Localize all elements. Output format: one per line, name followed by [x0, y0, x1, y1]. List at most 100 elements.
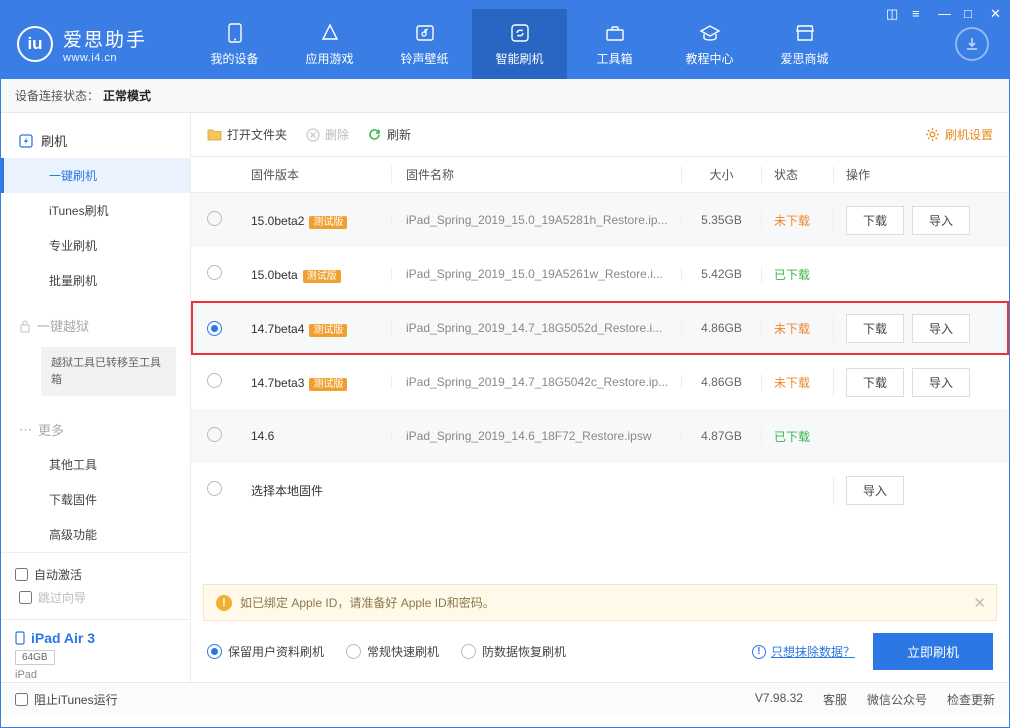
firmware-name: iPad_Spring_2019_14.6_18F72_Restore.ipsw	[391, 429, 681, 443]
shirt-icon[interactable]: ◫	[886, 8, 898, 20]
minimize-icon[interactable]: —	[938, 8, 950, 20]
logo: iu 爱思助手 www.i4.cn	[17, 25, 147, 64]
skip-guide-checkbox[interactable]: 跳过向导	[19, 589, 86, 606]
lock-icon	[19, 319, 31, 333]
firmware-size: 4.86GB	[681, 321, 761, 335]
col-size: 大小	[681, 166, 761, 183]
firmware-row[interactable]: 14.7beta4测试版 iPad_Spring_2019_14.7_18G50…	[191, 301, 1009, 355]
sidebar-item-download[interactable]: 下载固件	[1, 482, 190, 517]
firmware-size: 5.42GB	[681, 267, 761, 281]
auto-activate-checkbox[interactable]: 自动激活	[15, 566, 176, 583]
sidebar-item-oneclick[interactable]: 一键刷机	[1, 158, 190, 193]
import-button[interactable]: 导入	[912, 314, 970, 343]
warning-close-icon[interactable]: ✕	[973, 594, 986, 612]
flash-icon	[19, 134, 33, 148]
import-button[interactable]: 导入	[912, 206, 970, 235]
local-firmware-label: 选择本地固件	[251, 482, 681, 499]
import-button[interactable]: 导入	[912, 368, 970, 397]
refresh-icon	[510, 22, 530, 44]
row-radio[interactable]	[207, 265, 222, 280]
import-button[interactable]: 导入	[846, 476, 904, 505]
flash-now-button[interactable]: 立即刷机	[873, 633, 993, 670]
info-icon: !	[752, 645, 766, 659]
sidebar-item-itunes[interactable]: iTunes刷机	[1, 193, 190, 228]
sidebar-item-batch[interactable]: 批量刷机	[1, 263, 190, 298]
download-circle-icon[interactable]	[955, 27, 989, 61]
nav-apps[interactable]: 应用游戏	[282, 9, 377, 79]
toolbar: 打开文件夹 删除 刷新 刷机设置	[191, 113, 1009, 157]
row-radio[interactable]	[207, 427, 222, 442]
firmware-version: 15.0beta	[251, 268, 298, 282]
brand-url: www.i4.cn	[63, 52, 147, 64]
wechat-link[interactable]: 微信公众号	[867, 691, 927, 708]
option-recover[interactable]: 防数据恢复刷机	[461, 643, 566, 660]
service-link[interactable]: 客服	[823, 691, 847, 708]
block-itunes-checkbox[interactable]: 阻止iTunes运行	[15, 691, 118, 708]
sidebar-item-advanced[interactable]: 高级功能	[1, 517, 190, 552]
firmware-status: 未下载	[761, 212, 833, 229]
nav-store[interactable]: 爱思商城	[757, 9, 852, 79]
apps-icon	[320, 22, 340, 44]
flash-settings-button[interactable]: 刷机设置	[925, 126, 993, 143]
more-icon: ⋯	[19, 422, 32, 438]
download-button[interactable]: 下载	[846, 314, 904, 343]
nav-tutorials[interactable]: 教程中心	[662, 9, 757, 79]
device-info: iPad Air 3 64GB iPad	[1, 619, 190, 689]
refresh-button[interactable]: 刷新	[367, 126, 411, 143]
nav-ringtones[interactable]: 铃声壁纸	[377, 9, 472, 79]
col-status: 状态	[761, 166, 833, 183]
music-icon	[415, 22, 435, 44]
nav-flash[interactable]: 智能刷机	[472, 9, 567, 79]
firmware-status: 已下载	[761, 266, 833, 283]
option-fast[interactable]: 常规快速刷机	[346, 643, 439, 660]
firmware-version: 15.0beta2	[251, 214, 304, 228]
phone-icon	[228, 22, 242, 44]
gear-icon	[925, 127, 940, 142]
flash-options: 保留用户资料刷机 常规快速刷机 防数据恢复刷机 ! 只想抹除数据？ 立即刷机	[191, 621, 1009, 682]
delete-icon	[305, 127, 320, 142]
firmware-size: 4.87GB	[681, 429, 761, 443]
close-icon[interactable]: ✕	[990, 8, 1002, 20]
sidebar-item-tools[interactable]: 其他工具	[1, 447, 190, 482]
device-type: iPad	[15, 669, 176, 681]
connection-status: 设备连接状态：正常模式	[1, 79, 1009, 113]
download-button[interactable]: 下载	[846, 368, 904, 397]
menu-icon[interactable]: ≡	[912, 8, 924, 20]
update-link[interactable]: 检查更新	[947, 691, 995, 708]
nav-my-device[interactable]: 我的设备	[187, 9, 282, 79]
firmware-row[interactable]: 14.7beta3 测试版 iPad_Spring_2019_14.7_18G50…	[191, 355, 1009, 409]
sidebar: 刷机 一键刷机 iTunes刷机 专业刷机 批量刷机 一键越狱 越狱工具已转移至…	[1, 113, 191, 682]
firmware-version: 14.7beta4	[251, 322, 304, 336]
local-firmware-row[interactable]: 选择本地固件 导入	[191, 463, 1009, 517]
device-name[interactable]: iPad Air 3	[15, 630, 176, 646]
sidebar-head-flash[interactable]: 刷机	[1, 123, 190, 158]
delete-button[interactable]: 删除	[305, 126, 349, 143]
firmware-row[interactable]: 14.6 iPad_Spring_2019_14.6_18F72_Restore…	[191, 409, 1009, 463]
firmware-row[interactable]: 15.0beta测试版 iPad_Spring_2019_15.0_19A526…	[191, 247, 1009, 301]
device-storage: 64GB	[15, 650, 55, 665]
row-radio[interactable]	[207, 373, 222, 388]
col-version: 固件版本	[251, 166, 391, 183]
maximize-icon[interactable]: □	[964, 8, 976, 20]
open-folder-button[interactable]: 打开文件夹	[207, 126, 287, 143]
toolbox-icon	[605, 22, 625, 44]
warning-icon: !	[216, 595, 232, 611]
row-radio[interactable]	[207, 321, 222, 336]
sidebar-head-more[interactable]: ⋯ 更多	[1, 412, 190, 447]
firmware-name: iPad_Spring_2019_15.0_19A5281h_Restore.i…	[391, 213, 681, 227]
sidebar-item-pro[interactable]: 专业刷机	[1, 228, 190, 263]
option-keep-data[interactable]: 保留用户资料刷机	[207, 643, 324, 660]
row-radio[interactable]	[207, 211, 222, 226]
erase-link[interactable]: ! 只想抹除数据？	[752, 643, 855, 660]
firmware-version: 14.7beta3	[251, 376, 304, 390]
beta-badge: 测试版	[309, 378, 347, 391]
row-radio[interactable]	[207, 481, 222, 496]
firmware-name: iPad_Spring_2019_14.7_18G5042c_Restore.i…	[391, 375, 681, 389]
firmware-row[interactable]: 15.0beta2测试版 iPad_Spring_2019_15.0_19A52…	[191, 193, 1009, 247]
nav-toolbox[interactable]: 工具箱	[567, 9, 662, 79]
logo-icon: iu	[17, 26, 53, 62]
download-button[interactable]: 下载	[846, 206, 904, 235]
table-header: 固件版本 固件名称 大小 状态 操作	[191, 157, 1009, 193]
sidebar-head-jailbreak: 一键越狱	[1, 308, 190, 343]
firmware-version: 14.6	[251, 429, 274, 443]
